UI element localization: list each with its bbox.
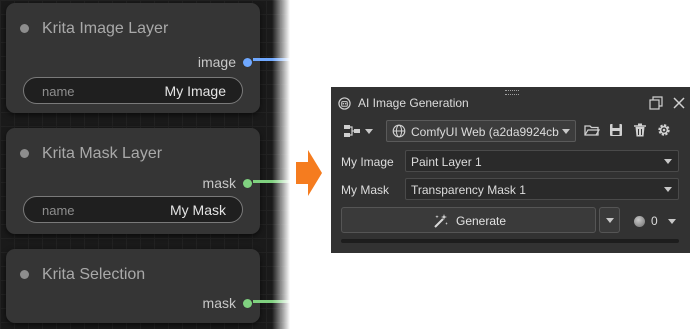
chevron-down-icon xyxy=(562,129,570,134)
widget-value: My Mask xyxy=(170,202,226,218)
queue-status-icon[interactable] xyxy=(634,216,645,227)
node-graph-canvas[interactable]: Krita Image Layer image name My Image Kr… xyxy=(0,0,290,329)
widget-value: My Image xyxy=(164,83,226,99)
node-collapse-dot[interactable] xyxy=(20,149,29,158)
trash-icon[interactable] xyxy=(632,122,648,138)
float-icon[interactable] xyxy=(649,96,663,110)
close-icon[interactable] xyxy=(672,96,686,110)
widget-name-label: name xyxy=(42,203,75,218)
server-select[interactable]: ComfyUI Web (a2da9924cbd5 xyxy=(386,120,576,142)
output-label-mask: mask xyxy=(202,295,236,311)
node-krita-mask-layer[interactable]: Krita Mask Layer mask name My Mask xyxy=(6,128,260,234)
workflow-icon xyxy=(344,125,360,137)
server-select-value: ComfyUI Web (a2da9924cbd5 xyxy=(411,125,559,139)
widget-name-label: name xyxy=(42,84,75,99)
node-collapse-dot[interactable] xyxy=(20,270,29,279)
output-label-mask: mask xyxy=(202,175,236,191)
chevron-down-icon xyxy=(664,159,672,164)
wire-selection-mask xyxy=(253,300,290,303)
save-icon[interactable] xyxy=(608,122,624,138)
node-collapse-dot[interactable] xyxy=(20,24,29,33)
workflow-button[interactable] xyxy=(341,120,376,142)
generate-label: Generate xyxy=(456,214,507,228)
output-slot-mask[interactable] xyxy=(243,179,252,188)
node-title: Krita Selection xyxy=(42,266,146,283)
output-slot-mask[interactable] xyxy=(243,299,252,308)
ai-image-generation-docker: AI Image Generation ComfyUI Web (a2da992… xyxy=(331,87,690,253)
output-label-image: image xyxy=(197,54,236,70)
node-krita-image-layer[interactable]: Krita Image Layer image name My Image xyxy=(6,3,260,113)
queue-count: 0 xyxy=(651,214,658,228)
my-mask-select[interactable]: Transparency Mask 1 xyxy=(405,178,679,200)
wire-mask xyxy=(253,180,290,183)
my-image-select-value: Paint Layer 1 xyxy=(411,155,482,169)
open-folder-icon[interactable] xyxy=(584,122,600,138)
chevron-down-icon xyxy=(664,187,672,192)
globe-icon xyxy=(392,124,406,138)
chevron-down-icon xyxy=(606,218,614,223)
node-title: Krita Image Layer xyxy=(42,20,169,37)
node-title: Krita Mask Layer xyxy=(42,145,163,162)
arrow-right-icon xyxy=(296,150,322,196)
magic-wand-icon xyxy=(434,214,448,228)
my-image-select[interactable]: Paint Layer 1 xyxy=(405,150,679,172)
generate-options-button[interactable] xyxy=(599,207,620,233)
output-slot-image[interactable] xyxy=(243,58,252,67)
my-image-label: My Image xyxy=(341,155,394,169)
chevron-down-icon[interactable] xyxy=(668,219,676,224)
name-widget[interactable]: name My Image xyxy=(23,77,243,104)
wire-image xyxy=(253,58,290,61)
gear-icon[interactable] xyxy=(656,122,672,138)
generate-button[interactable]: Generate xyxy=(341,207,596,233)
node-krita-selection[interactable]: Krita Selection mask xyxy=(6,249,260,323)
drag-grip-icon[interactable] xyxy=(505,90,519,95)
docker-title: AI Image Generation xyxy=(358,96,469,110)
robot-icon xyxy=(338,97,351,110)
my-mask-label: My Mask xyxy=(341,183,389,197)
my-mask-select-value: Transparency Mask 1 xyxy=(411,183,526,197)
chevron-down-icon xyxy=(365,129,373,134)
name-widget[interactable]: name My Mask xyxy=(23,196,243,223)
progress-bar xyxy=(341,239,679,243)
